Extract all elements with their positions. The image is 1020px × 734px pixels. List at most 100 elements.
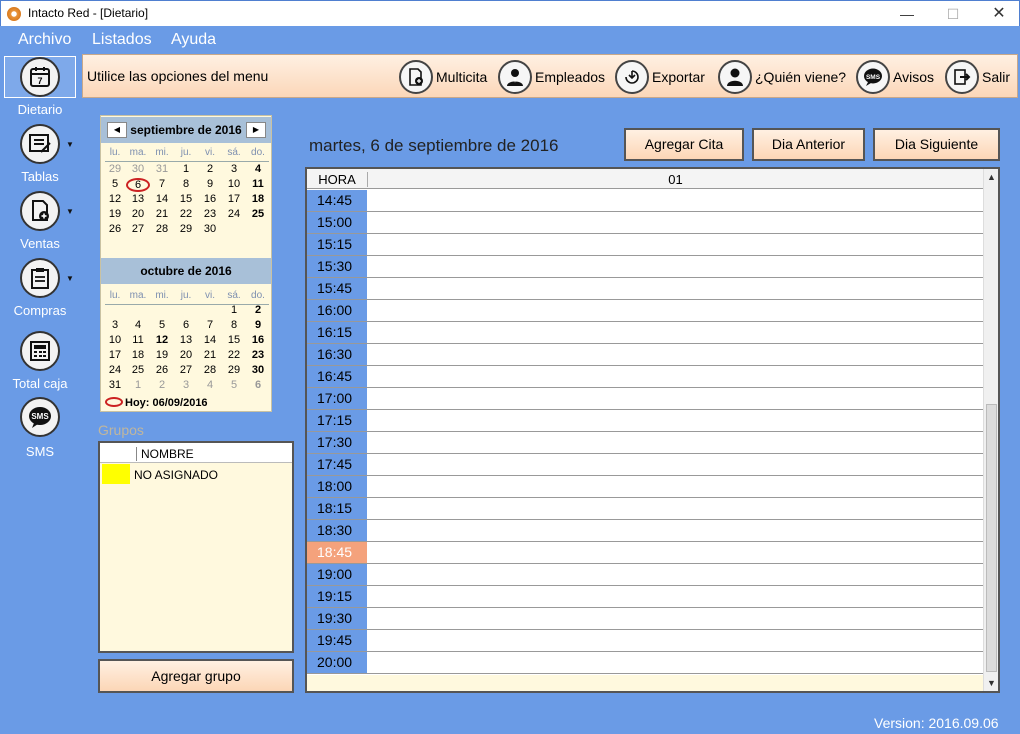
sidebar-item-ventas[interactable]: [20, 191, 60, 231]
menu-ayuda[interactable]: Ayuda: [171, 31, 216, 49]
calendar-day[interactable]: 29: [174, 223, 198, 235]
avisos-button[interactable]: SMS Avisos: [856, 59, 934, 95]
tablas-dropdown-caret[interactable]: ▼: [66, 140, 74, 149]
sidebar-item-sms[interactable]: SMS: [20, 397, 60, 437]
calendar-day[interactable]: 1: [222, 304, 246, 316]
calendar-day[interactable]: 14: [150, 193, 174, 205]
time-slot-row[interactable]: 20:00: [307, 652, 983, 674]
calendar-day[interactable]: 3: [222, 163, 246, 175]
time-slot-row[interactable]: 17:00: [307, 388, 983, 410]
exportar-button[interactable]: Exportar: [615, 59, 705, 95]
calendar-day[interactable]: 12: [103, 193, 127, 205]
sidebar-item-total-caja[interactable]: [20, 331, 60, 371]
time-slot-row[interactable]: 16:00: [307, 300, 983, 322]
next-day-button[interactable]: Dia Siguiente: [873, 128, 1000, 161]
calendar-day[interactable]: 22: [174, 208, 198, 220]
minimize-button[interactable]: —: [884, 1, 930, 27]
time-slot-row[interactable]: 17:30: [307, 432, 983, 454]
calendar-day[interactable]: 11: [126, 334, 150, 346]
calendar-day[interactable]: 5: [103, 178, 127, 190]
calendar-day[interactable]: 31: [150, 163, 174, 175]
calendar-day[interactable]: 26: [103, 223, 127, 235]
time-slot-row[interactable]: 16:30: [307, 344, 983, 366]
time-slot-row[interactable]: 19:00: [307, 564, 983, 586]
salir-button[interactable]: Salir: [945, 59, 1010, 95]
time-slot-row[interactable]: 16:15: [307, 322, 983, 344]
calendar-day[interactable]: 6: [126, 178, 150, 192]
calendar-day[interactable]: 26: [150, 364, 174, 376]
scroll-down-arrow-icon[interactable]: ▼: [984, 675, 998, 691]
quien-viene-button[interactable]: ¿Quién viene?: [718, 59, 846, 95]
schedule-scrollbar[interactable]: ▲ ▼: [983, 169, 998, 691]
prev-month-button[interactable]: ◀: [107, 122, 127, 138]
close-button[interactable]: ✕: [976, 1, 1020, 27]
time-slot-row[interactable]: 15:45: [307, 278, 983, 300]
calendar-day[interactable]: 13: [174, 334, 198, 346]
calendar-day[interactable]: 3: [103, 319, 127, 331]
scrollbar-thumb[interactable]: [986, 404, 997, 672]
calendar-day[interactable]: 24: [222, 208, 246, 220]
calendar-day[interactable]: 4: [198, 379, 222, 391]
time-slot-row[interactable]: 19:45: [307, 630, 983, 652]
add-appointment-button[interactable]: Agregar Cita: [624, 128, 744, 161]
calendar-day[interactable]: 20: [126, 208, 150, 220]
calendar-day[interactable]: 9: [246, 319, 270, 331]
calendar-day[interactable]: 4: [126, 319, 150, 331]
compras-dropdown-caret[interactable]: ▼: [66, 274, 74, 283]
calendar-day[interactable]: 27: [174, 364, 198, 376]
calendar-day[interactable]: 5: [150, 319, 174, 331]
calendar-day[interactable]: 18: [126, 349, 150, 361]
calendar-day[interactable]: 13: [126, 193, 150, 205]
calendar-day[interactable]: 5: [222, 379, 246, 391]
menu-listados[interactable]: Listados: [92, 31, 152, 49]
calendar-day[interactable]: 21: [198, 349, 222, 361]
calendar-day[interactable]: 20: [174, 349, 198, 361]
calendar-day[interactable]: 6: [246, 379, 270, 391]
calendar-day[interactable]: 16: [198, 193, 222, 205]
calendar-day[interactable]: 3: [174, 379, 198, 391]
calendar-day[interactable]: 14: [198, 334, 222, 346]
time-slot-row[interactable]: 18:45: [307, 542, 983, 564]
time-slot-row[interactable]: 19:15: [307, 586, 983, 608]
time-slot-row[interactable]: 19:30: [307, 608, 983, 630]
calendar-day[interactable]: 16: [246, 334, 270, 346]
calendar-day[interactable]: 10: [103, 334, 127, 346]
calendar-day[interactable]: 25: [126, 364, 150, 376]
calendar-day[interactable]: 12: [150, 334, 174, 346]
time-slot-row[interactable]: 18:00: [307, 476, 983, 498]
calendar-day[interactable]: 2: [150, 379, 174, 391]
calendar-day[interactable]: 19: [150, 349, 174, 361]
calendar-day[interactable]: 9: [198, 178, 222, 190]
calendar-day[interactable]: 28: [150, 223, 174, 235]
calendar-day[interactable]: 31: [103, 379, 127, 391]
calendar-day[interactable]: 15: [222, 334, 246, 346]
time-slot-row[interactable]: 15:15: [307, 234, 983, 256]
time-slot-row[interactable]: 17:45: [307, 454, 983, 476]
ventas-dropdown-caret[interactable]: ▼: [66, 207, 74, 216]
calendar-day[interactable]: 24: [103, 364, 127, 376]
calendar-day[interactable]: 30: [246, 364, 270, 376]
calendar-day[interactable]: 15: [174, 193, 198, 205]
calendar-day[interactable]: 19: [103, 208, 127, 220]
calendar-day[interactable]: 8: [222, 319, 246, 331]
calendar-day[interactable]: 6: [174, 319, 198, 331]
sidebar-item-tablas[interactable]: [20, 124, 60, 164]
group-row[interactable]: NO ASIGNADO: [100, 464, 292, 484]
calendar-day[interactable]: 11: [246, 178, 270, 190]
calendar-day[interactable]: 28: [198, 364, 222, 376]
calendar-day[interactable]: 10: [222, 178, 246, 190]
calendar-day[interactable]: 1: [126, 379, 150, 391]
calendar-day[interactable]: 30: [198, 223, 222, 235]
time-slot-row[interactable]: 17:15: [307, 410, 983, 432]
calendar-day[interactable]: 21: [150, 208, 174, 220]
sidebar-item-dietario[interactable]: 7: [20, 57, 60, 97]
calendar-day[interactable]: 22: [222, 349, 246, 361]
time-slot-row[interactable]: 18:15: [307, 498, 983, 520]
calendar-day[interactable]: 2: [198, 163, 222, 175]
next-month-button[interactable]: ▶: [246, 122, 266, 138]
calendar-day[interactable]: 27: [126, 223, 150, 235]
today-link[interactable]: Hoy: 06/09/2016: [105, 397, 208, 409]
scroll-up-arrow-icon[interactable]: ▲: [984, 169, 998, 185]
calendar-day[interactable]: 23: [198, 208, 222, 220]
calendar-day[interactable]: 29: [103, 163, 127, 175]
